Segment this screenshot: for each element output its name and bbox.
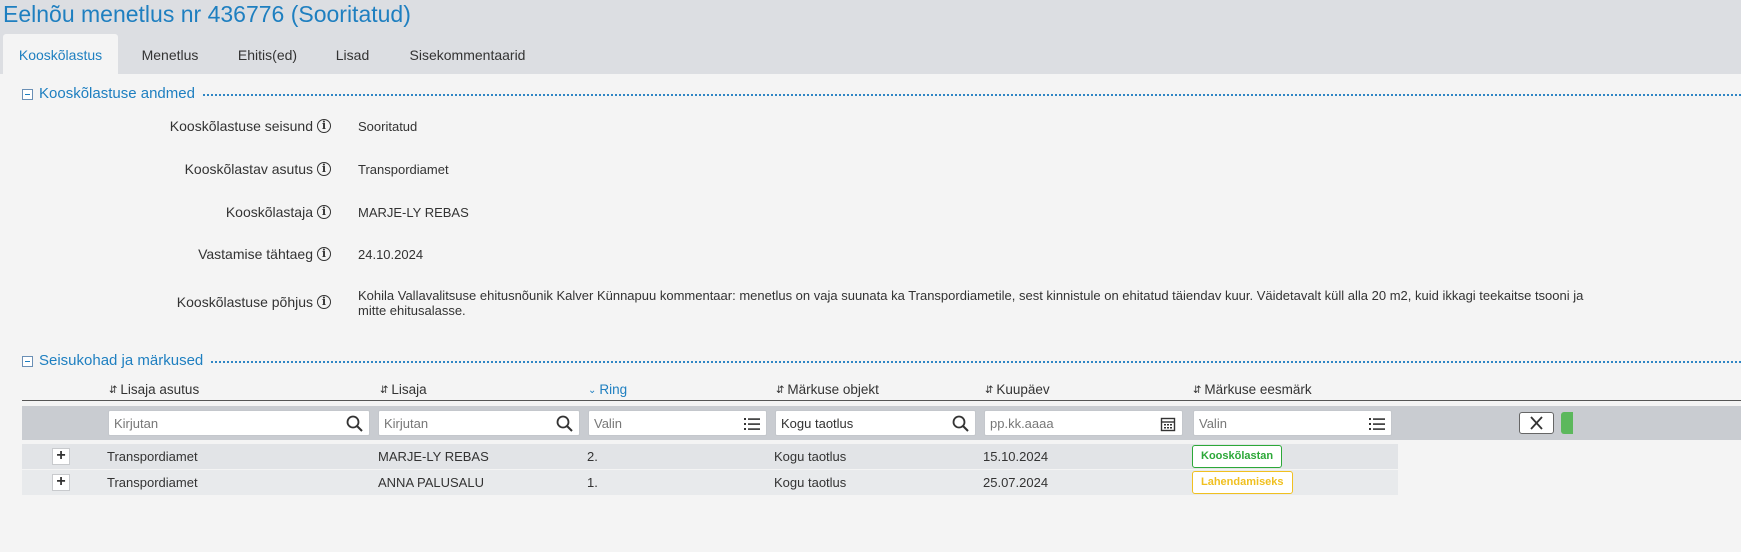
filter-author-input[interactable] — [379, 411, 549, 435]
info-icon[interactable]: i — [317, 205, 331, 219]
sort-icon: ⇵ — [776, 385, 785, 396]
cell-date: 15.10.2024 — [983, 449, 1049, 464]
content-panel: Kooskõlastuse andmed Kooskõlastuse seisu… — [0, 74, 1741, 552]
column-header-label: Ring — [599, 382, 628, 397]
filter-date-input[interactable] — [985, 411, 1152, 435]
column-header-agency[interactable]: ⇵ Lisaja asutus — [109, 381, 199, 400]
info-icon[interactable]: i — [317, 162, 331, 176]
field-label-agency: Kooskõlastav asutus — [184, 161, 313, 177]
tab-sisekommentaarid[interactable]: Sisekommentaarid — [400, 34, 535, 74]
filter-author — [378, 410, 580, 436]
remarks-section-line — [39, 361, 1741, 363]
sort-icon: ⇵ — [1193, 385, 1202, 396]
field-value-reason: Kohila Vallavalitsuse ehitusnõunik Kalve… — [358, 288, 1741, 318]
cell-author: ANNA PALUSALU — [378, 475, 484, 490]
approval-section-title: Kooskõlastuse andmed — [39, 84, 201, 104]
field-label-deadline: Vastamise tähtaeg — [198, 246, 313, 262]
approval-section-header: Kooskõlastuse andmed — [22, 84, 1741, 104]
field-label-reason: Kooskõlastuse põhjus — [176, 294, 313, 310]
remarks-section-title: Seisukohad ja märkused — [39, 351, 210, 371]
sort-icon: ⇵ — [380, 385, 389, 396]
cell-agency: Transpordiamet — [107, 475, 198, 490]
field-value-approver: MARJE-LY REBAS — [358, 205, 469, 220]
column-header-purpose[interactable]: ⇵ Märkuse eesmärk — [1193, 381, 1312, 400]
filter-purpose — [1193, 410, 1392, 436]
tab-ehitised[interactable]: Ehitis(ed) — [225, 34, 310, 74]
filter-date — [984, 410, 1183, 436]
filter-object-input[interactable] — [776, 411, 945, 435]
page-title: Eelnõu menetlus nr 436776 (Sooritatud) — [3, 1, 411, 27]
info-icon[interactable]: i — [317, 119, 331, 133]
expand-button[interactable]: + — [52, 448, 70, 465]
info-icon[interactable]: i — [317, 247, 331, 261]
collapse-toggle-icon[interactable] — [22, 89, 33, 100]
clear-filters-button[interactable] — [1519, 412, 1554, 434]
column-header-label: Lisaja — [391, 382, 427, 397]
cell-author: MARJE-LY REBAS — [378, 449, 489, 464]
filter-object — [775, 410, 976, 436]
search-icon[interactable] — [951, 414, 971, 434]
filter-round-select[interactable] — [589, 411, 736, 435]
collapse-toggle-icon[interactable] — [22, 356, 33, 367]
field-value-status: Sooritatud — [358, 119, 418, 134]
expand-button[interactable]: + — [52, 474, 70, 491]
field-label-approver: Kooskõlastaja — [225, 204, 313, 220]
column-header-label: Märkuse objekt — [787, 382, 879, 397]
column-header-object[interactable]: ⇵ Märkuse objekt — [776, 381, 879, 400]
column-header-round[interactable]: ⌄ Ring — [588, 381, 627, 400]
column-header-label: Kuupäev — [996, 382, 1050, 397]
cell-date: 25.07.2024 — [983, 475, 1049, 490]
tab-bar: Kooskõlastus Menetlus Ehitis(ed) Lisad S… — [0, 34, 1741, 74]
header-divider — [22, 400, 1741, 401]
cell-round: 1. — [587, 475, 598, 490]
tab-lisad[interactable]: Lisad — [325, 34, 380, 74]
tab-kooskolastus[interactable]: Kooskõlastus — [3, 34, 118, 74]
field-value-deadline: 24.10.2024 — [358, 247, 424, 262]
search-icon[interactable] — [345, 414, 365, 434]
table-row: + Transpordiamet ANNA PALUSALU 1. Kogu t… — [22, 470, 1398, 495]
field-value-agency: Transpordiamet — [358, 162, 449, 177]
apply-filters-button[interactable] — [1561, 412, 1573, 434]
sort-icon: ⇵ — [985, 385, 994, 396]
table-row: + Transpordiamet MARJE-LY REBAS 2. Kogu … — [22, 444, 1398, 469]
filter-agency-input[interactable] — [109, 411, 339, 435]
cell-object: Kogu taotlus — [774, 449, 847, 464]
sort-icon: ⇵ — [109, 385, 118, 396]
list-icon[interactable] — [742, 414, 762, 434]
column-header-label: Märkuse eesmärk — [1204, 382, 1312, 397]
calendar-icon[interactable] — [1158, 414, 1178, 434]
column-header-author[interactable]: ⇵ Lisaja — [380, 381, 427, 400]
tab-menetlus[interactable]: Menetlus — [125, 34, 215, 74]
list-icon[interactable] — [1367, 414, 1387, 434]
close-icon — [1530, 416, 1543, 430]
sort-desc-icon: ⌄ — [588, 385, 597, 396]
cell-object: Kogu taotlus — [774, 475, 847, 490]
cell-round: 2. — [587, 449, 598, 464]
filter-agency — [108, 410, 370, 436]
field-label-status: Kooskõlastuse seisund — [169, 118, 313, 134]
cell-agency: Transpordiamet — [107, 449, 198, 464]
column-header-date[interactable]: ⇵ Kuupäev — [985, 381, 1050, 400]
filter-purpose-select[interactable] — [1194, 411, 1361, 435]
status-badge: Lahendamiseks — [1192, 471, 1293, 494]
search-icon[interactable] — [555, 414, 575, 434]
info-icon[interactable]: i — [317, 295, 331, 309]
approval-section-line — [39, 94, 1741, 96]
filter-round — [588, 410, 767, 436]
reason-line-2: mitte ehitusalasse. — [358, 303, 466, 318]
status-badge: Kooskõlastan — [1192, 445, 1283, 468]
reason-line-1: Kohila Vallavalitsuse ehitusnõunik Kalve… — [358, 288, 1584, 303]
column-header-label: Lisaja asutus — [120, 382, 200, 397]
remarks-section-header: Seisukohad ja märkused — [22, 351, 1741, 371]
